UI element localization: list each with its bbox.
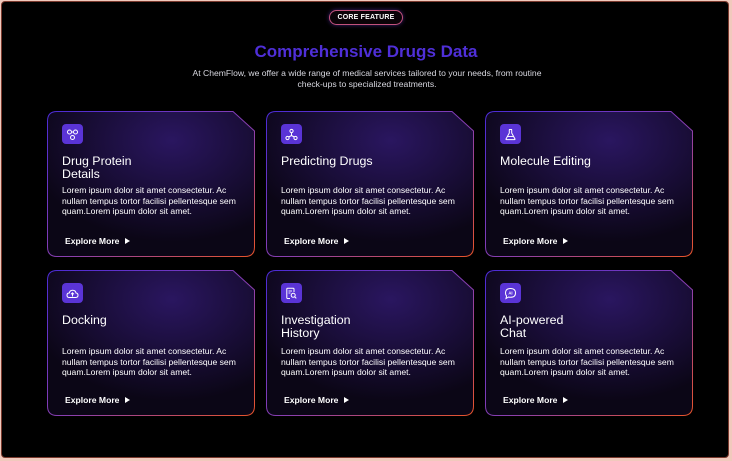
explore-more-label: Explore More bbox=[503, 236, 558, 246]
explore-more-label: Explore More bbox=[284, 395, 339, 405]
card-predicting-drugs[interactable]: Predicting Drugs Lorem ipsum dolor sit a… bbox=[266, 111, 474, 257]
explore-more-link[interactable]: Explore More bbox=[65, 235, 131, 247]
card-investigation-history[interactable]: Investigation History Lorem ipsum dolor … bbox=[266, 270, 474, 416]
section-title: Comprehensive Drugs Data bbox=[254, 42, 478, 61]
section-subtitle: At ChemFlow, we offer a wide range of me… bbox=[192, 68, 542, 89]
explore-more-link[interactable]: Explore More bbox=[503, 235, 569, 247]
explore-more-link[interactable]: Explore More bbox=[65, 394, 131, 406]
card-ai-powered-chat[interactable]: AI AI-powered Chat Lorem ipsum dolor sit… bbox=[485, 270, 693, 416]
card-title: Investigation History bbox=[281, 313, 351, 340]
card-molecule-editing[interactable]: Molecule Editing Lorem ipsum dolor sit a… bbox=[485, 111, 693, 257]
network-nodes-icon bbox=[281, 124, 302, 144]
play-arrow-icon bbox=[344, 397, 350, 403]
explore-more-label: Explore More bbox=[65, 395, 120, 405]
cloud-upload-icon bbox=[62, 283, 83, 303]
card-description: Lorem ipsum dolor sit amet consectetur. … bbox=[281, 185, 455, 217]
card-description: Lorem ipsum dolor sit amet consectetur. … bbox=[281, 346, 455, 378]
card-title: Docking bbox=[62, 313, 107, 327]
core-feature-badge: CORE FEATURE bbox=[329, 10, 403, 25]
card-title: AI-powered Chat bbox=[500, 313, 564, 340]
document-search-icon bbox=[281, 283, 302, 303]
svg-text:AI: AI bbox=[508, 290, 512, 295]
play-arrow-icon bbox=[563, 238, 569, 244]
card-description: Lorem ipsum dolor sit amet consectetur. … bbox=[500, 346, 674, 378]
feature-section: CORE FEATURE Comprehensive Drugs Data At… bbox=[1, 1, 729, 458]
explore-more-link[interactable]: Explore More bbox=[284, 235, 350, 247]
play-arrow-icon bbox=[563, 397, 569, 403]
explore-more-label: Explore More bbox=[284, 236, 339, 246]
card-title: Molecule Editing bbox=[500, 154, 591, 168]
card-docking[interactable]: Docking Lorem ipsum dolor sit amet conse… bbox=[47, 270, 255, 416]
explore-more-label: Explore More bbox=[503, 395, 558, 405]
card-description: Lorem ipsum dolor sit amet consectetur. … bbox=[62, 346, 236, 378]
play-arrow-icon bbox=[125, 397, 131, 403]
card-description: Lorem ipsum dolor sit amet consectetur. … bbox=[62, 185, 236, 217]
molecule-bond-icon bbox=[62, 124, 83, 144]
card-title: Drug Protein Details bbox=[62, 154, 132, 181]
card-drug-protein-details[interactable]: Drug Protein Details Lorem ipsum dolor s… bbox=[47, 111, 255, 257]
explore-more-label: Explore More bbox=[65, 236, 120, 246]
play-arrow-icon bbox=[344, 238, 350, 244]
explore-more-link[interactable]: Explore More bbox=[503, 394, 569, 406]
ai-chat-icon: AI bbox=[500, 283, 521, 303]
card-title: Predicting Drugs bbox=[281, 154, 373, 168]
play-arrow-icon bbox=[125, 238, 131, 244]
card-description: Lorem ipsum dolor sit amet consectetur. … bbox=[500, 185, 674, 217]
flask-icon bbox=[500, 124, 521, 144]
explore-more-link[interactable]: Explore More bbox=[284, 394, 350, 406]
